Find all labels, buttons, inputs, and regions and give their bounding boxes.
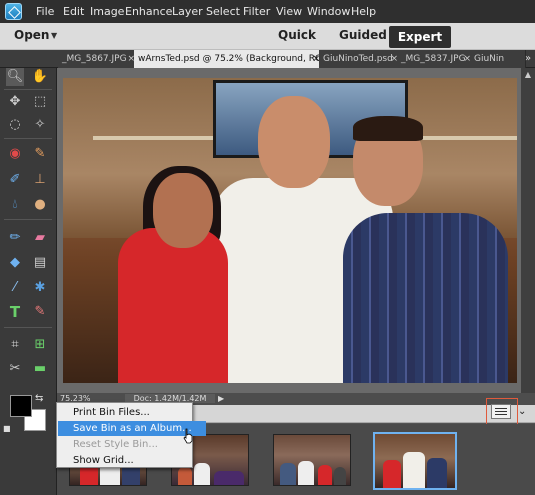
menu-layer[interactable]: Layer bbox=[172, 5, 203, 18]
blur-tool-icon[interactable]: 💧︎ bbox=[6, 196, 24, 214]
print-bin-files-item[interactable]: Print Bin Files... bbox=[58, 405, 206, 420]
magic-wand-icon[interactable]: ✧ bbox=[31, 116, 49, 134]
app-logo-icon bbox=[5, 3, 22, 20]
gradient-tool-icon[interactable]: ▤ bbox=[31, 254, 49, 272]
swap-colors-icon[interactable]: ⇆ bbox=[35, 393, 43, 404]
tab-giuninoted[interactable]: GiuNinoTed.psd × bbox=[319, 50, 402, 68]
tab-label: GiuNin bbox=[474, 54, 505, 64]
mode-guided-button[interactable]: Guided bbox=[339, 28, 387, 42]
toolbox-divider bbox=[4, 327, 52, 328]
document-tabs: _MG_5867.JPG × wArnsTed.psd @ 75.2% (Back… bbox=[0, 50, 535, 68]
menu-image[interactable]: Image bbox=[90, 5, 124, 18]
content-move-icon[interactable]: ▬ bbox=[31, 360, 49, 378]
red-eye-tool-icon[interactable]: ◉ bbox=[6, 145, 24, 163]
document-photo[interactable] bbox=[63, 78, 517, 383]
eraser-tool-icon[interactable]: ▰ bbox=[31, 229, 49, 247]
bin-context-menu: Print Bin Files... Save Bin as an Album.… bbox=[56, 402, 206, 468]
default-colors-icon[interactable]: ■ bbox=[3, 424, 11, 433]
scroll-up-icon[interactable]: ▲ bbox=[521, 70, 535, 80]
vertical-scrollbar[interactable] bbox=[521, 68, 535, 393]
tab-label: wArnsTed.psd @ 75.2% (Background, RGB/8) bbox=[138, 54, 324, 64]
bin-thumbnail[interactable] bbox=[273, 434, 351, 486]
show-grid-item[interactable]: Show Grid... bbox=[58, 453, 206, 468]
tab-label: GiuNinoTed.psd bbox=[323, 54, 393, 64]
crop-tool-icon[interactable]: ⌗ bbox=[6, 336, 24, 354]
mode-bar: Open ▼ Quick Guided bbox=[0, 23, 535, 50]
custom-shape-icon[interactable]: ✱ bbox=[31, 279, 49, 297]
photo-shelf bbox=[93, 136, 213, 140]
mode-quick-button[interactable]: Quick bbox=[278, 28, 316, 42]
foreground-color-swatch[interactable] bbox=[10, 395, 32, 417]
smart-brush-icon[interactable]: ✐ bbox=[6, 171, 24, 189]
chevron-down-icon[interactable]: ▼ bbox=[51, 31, 57, 40]
photo-woman-head bbox=[153, 173, 213, 248]
spot-healing-icon[interactable]: ✎ bbox=[31, 145, 49, 163]
photo-chef-head bbox=[258, 96, 330, 188]
recompose-tool-icon[interactable]: ⊞ bbox=[31, 336, 49, 354]
photo-woman-body bbox=[118, 228, 228, 383]
brush-tool-icon[interactable]: ✏ bbox=[6, 229, 24, 247]
marquee-tool-icon[interactable]: ⬚ bbox=[31, 93, 49, 111]
mouse-pointer-icon bbox=[183, 428, 193, 444]
chevron-down-icon[interactable]: ⌄ bbox=[518, 406, 526, 417]
clone-stamp-icon[interactable]: ⊥ bbox=[31, 171, 49, 189]
tab-label: _MG_5867.JPG bbox=[62, 54, 127, 64]
move-tool-icon[interactable]: ✥ bbox=[6, 93, 24, 111]
photo-man-body bbox=[343, 213, 508, 383]
sponge-tool-icon[interactable]: ● bbox=[31, 196, 49, 214]
tab-warnsted[interactable]: wArnsTed.psd @ 75.2% (Background, RGB/8)… bbox=[134, 50, 324, 68]
paint-bucket-icon[interactable]: ◆ bbox=[6, 254, 24, 272]
menu-select[interactable]: Select bbox=[206, 5, 240, 18]
status-menu-icon[interactable]: ▶ bbox=[218, 394, 224, 403]
zoom-tool-icon[interactable]: 🔍︎ bbox=[6, 68, 24, 86]
tab-giunin[interactable]: GiuNin bbox=[470, 50, 526, 68]
eyedropper-icon[interactable]: ⁄ bbox=[6, 279, 24, 297]
photo-man-hair bbox=[353, 116, 423, 141]
menu-help[interactable]: Help bbox=[351, 5, 376, 18]
bin-options-menu-icon[interactable] bbox=[491, 404, 511, 419]
straighten-tool-icon[interactable]: ✂ bbox=[6, 360, 24, 378]
pencil-tool-icon[interactable]: ✎ bbox=[31, 303, 49, 321]
mode-expert-button[interactable]: Expert bbox=[389, 26, 451, 48]
toolbox-divider bbox=[4, 138, 52, 139]
menu-filter[interactable]: Filter bbox=[243, 5, 270, 18]
menu-window[interactable]: Window bbox=[307, 5, 350, 18]
toolbox-divider bbox=[4, 89, 52, 90]
tab-mg-5867[interactable]: _MG_5867.JPG × bbox=[58, 50, 139, 68]
type-tool-icon[interactable]: T bbox=[6, 303, 24, 321]
photo-shelf bbox=[408, 136, 517, 140]
tab-overflow-button[interactable]: » bbox=[521, 50, 535, 68]
tab-mg-5837[interactable]: _MG_5837.JPG × bbox=[397, 50, 475, 68]
open-button[interactable]: Open bbox=[14, 28, 49, 42]
tab-label: _MG_5837.JPG bbox=[401, 54, 466, 64]
menu-enhance[interactable]: Enhance bbox=[125, 5, 172, 18]
menu-file[interactable]: File bbox=[36, 5, 54, 18]
menu-view[interactable]: View bbox=[276, 5, 302, 18]
hand-tool-icon[interactable]: ✋ bbox=[31, 68, 49, 86]
bin-thumbnail-selected[interactable] bbox=[373, 432, 457, 490]
lasso-tool-icon[interactable]: ◌ bbox=[6, 116, 24, 134]
menu-edit[interactable]: Edit bbox=[63, 5, 84, 18]
menu-bar: File Edit Image Enhance Layer Select Fil… bbox=[0, 0, 535, 23]
toolbox-divider bbox=[4, 219, 52, 220]
